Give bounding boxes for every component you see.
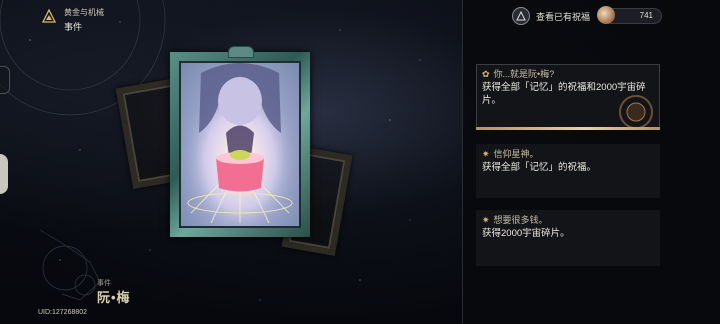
option-3[interactable]: ✷ 想要很多钱。 获得2000宇宙碎片。	[476, 210, 660, 266]
side-menu-tab[interactable]	[0, 154, 8, 194]
option-title: 想要很多钱。	[493, 215, 548, 225]
star-icon: ✷	[482, 215, 490, 225]
star-icon: ✷	[482, 149, 490, 159]
blessing-icon	[512, 7, 530, 25]
option-description: 获得全部「记忆」的祝福。	[482, 162, 597, 173]
option-description: 获得2000宇宙碎片。	[482, 228, 570, 239]
view-blessings-button[interactable]: 查看已有祝福	[512, 7, 590, 25]
event-portrait-image	[179, 61, 301, 228]
aeon-emblem-icon	[619, 95, 653, 129]
cosmic-fragment-icon	[597, 6, 615, 24]
side-handle[interactable]	[0, 66, 10, 94]
cosmic-fragment-amount: 741	[639, 11, 653, 20]
section-name: 事件	[64, 22, 83, 32]
option-title: 你...就是阮•梅?	[493, 69, 555, 79]
cosmic-fragment-counter: 741	[597, 6, 662, 24]
option-2[interactable]: ✷ 信仰星神。 获得全部「记忆」的祝福。	[476, 144, 660, 198]
option-1[interactable]: ✿ 你...就是阮•梅? 获得全部「记忆」的祝福和2000宇宙碎片。	[476, 64, 660, 130]
frame-ornament	[228, 46, 254, 58]
event-title: 阮•梅	[97, 290, 131, 305]
uid-text: UID:127268802	[38, 309, 88, 316]
event-portrait-frame	[170, 46, 310, 237]
faction-emblem-icon	[42, 9, 56, 23]
world-name: 黄金与机械	[64, 8, 104, 17]
view-blessings-label: 查看已有祝福	[536, 11, 591, 22]
flower-icon: ✿	[482, 69, 490, 79]
option-title: 信仰星神。	[493, 149, 539, 159]
